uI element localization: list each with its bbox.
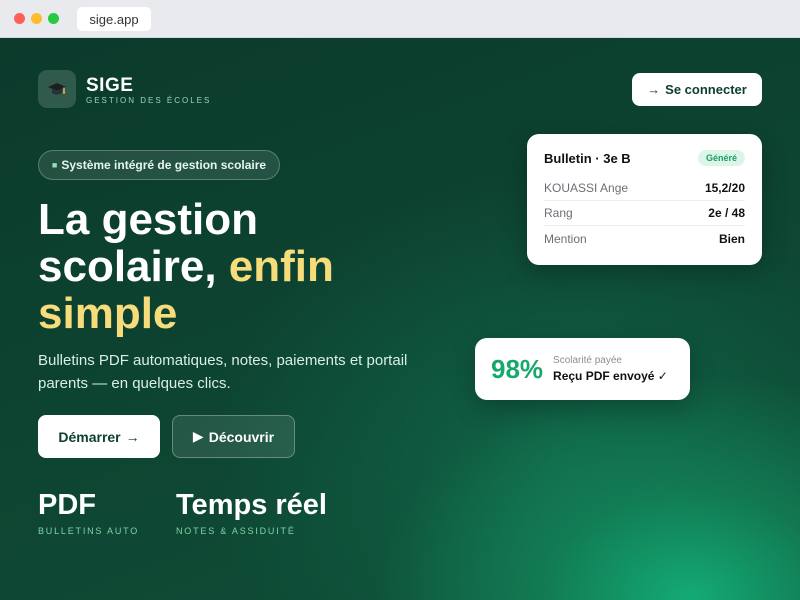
payment-card: 98% Scolarité payée Reçu PDF envoyé ✓ [475, 338, 690, 400]
start-button-label: Démarrer [58, 428, 121, 445]
logo[interactable] [38, 70, 76, 108]
bulletin-row: Rang 2e / 48 [544, 201, 745, 226]
discover-button[interactable]: ▶ Découvrir [172, 415, 295, 458]
row-key: Rang [544, 206, 573, 220]
arrow-right-icon: → [125, 428, 140, 445]
payment-status: Reçu PDF envoyé ✓ [553, 369, 668, 383]
login-button[interactable]: → Se connecter [632, 73, 762, 106]
row-key: KOUASSI Ange [544, 181, 629, 195]
row-key: Mention [544, 231, 587, 246]
arrow-right-icon: → [647, 82, 661, 97]
discover-button-label: Découvrir [208, 428, 275, 445]
headline-line-1: La gestion [38, 195, 259, 244]
tagline-pill-label: Système intégré de gestion scolaire [61, 158, 267, 172]
payment-label: Scolarité payée [553, 355, 622, 366]
headline-line-2: scolaire, [38, 242, 229, 291]
hero-subtitle: Bulletins PDF automatiques, notes, paiem… [38, 352, 408, 392]
login-button-label: Se connecter [665, 82, 747, 97]
payment-info: Scolarité payée Reçu PDF envoyé ✓ [553, 355, 668, 383]
headline-line-3: simple [38, 289, 178, 338]
minimize-window-dot[interactable] [31, 13, 42, 24]
status-badge: Généré [697, 150, 745, 166]
headline-accent: enfin [228, 242, 334, 291]
row-value: 15,2/20 [704, 181, 745, 195]
stat-realtime: Temps réel NOTES & ASSIDUITÉ [176, 488, 327, 536]
bulletin-card-title: Bulletin · 3e B [544, 150, 631, 166]
graduation-cap-icon [48, 83, 66, 95]
start-button[interactable]: Démarrer → [38, 415, 160, 458]
row-value: Bien [718, 231, 745, 246]
landing-page: SIGE GESTION DES ÉCOLES → Se connecter ■… [0, 38, 800, 600]
hero-headline: La gestion scolaire, enfin simple [38, 196, 458, 337]
bullet-icon: ■ [51, 160, 58, 170]
maximize-window-dot[interactable] [48, 13, 59, 24]
tagline-pill: ■ Système intégré de gestion scolaire [38, 150, 280, 180]
bulletin-row: Mention Bien [544, 226, 745, 251]
browser-chrome: sige.app [0, 0, 800, 38]
play-icon: ▶ [192, 428, 204, 444]
bulletin-row: KOUASSI Ange 15,2/20 [544, 176, 745, 201]
stat-label: BULLETINS AUTO [38, 526, 140, 536]
address-bar[interactable]: sige.app [77, 7, 151, 31]
payment-percent: 98% [491, 353, 544, 384]
bulletin-card: Bulletin · 3e B Généré KOUASSI Ange 15,2… [527, 134, 762, 265]
row-value: 2e / 48 [708, 206, 745, 220]
stat-value: PDF [38, 489, 96, 521]
stat-pdf: PDF BULLETINS AUTO [38, 488, 139, 536]
stat-label: NOTES & ASSIDUITÉ [176, 526, 296, 536]
close-window-dot[interactable] [14, 13, 25, 24]
brand-tagline: GESTION DES ÉCOLES [86, 96, 212, 105]
brand-name: SIGE [86, 75, 134, 96]
stat-value: Temps réel [176, 489, 327, 521]
